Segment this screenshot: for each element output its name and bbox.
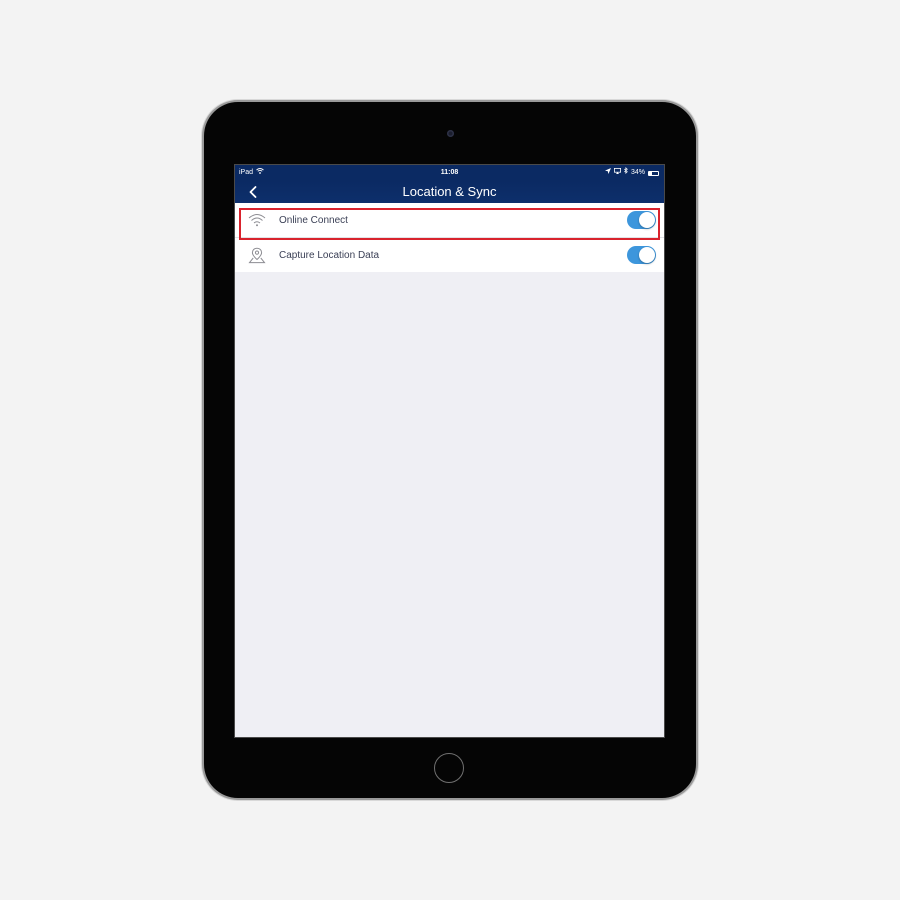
status-bar: iPad 11:08 34% — [235, 165, 664, 181]
setting-label: Online Connect — [279, 214, 348, 226]
battery-level — [649, 171, 653, 175]
navigation-bar: Location & Sync — [235, 181, 664, 203]
setting-row-capture-location: Capture Location Data — [235, 237, 664, 272]
toggle-knob — [639, 247, 655, 263]
status-time: 11:08 — [440, 169, 459, 176]
setting-row-online-connect: Online Connect — [235, 203, 664, 237]
toggle-knob — [639, 212, 655, 228]
wifi-icon — [247, 211, 267, 229]
online-connect-toggle[interactable] — [627, 211, 656, 229]
setting-label: Capture Location Data — [279, 249, 380, 261]
map-pin-icon — [247, 246, 267, 264]
front-camera — [447, 130, 454, 137]
airplay-icon — [613, 165, 621, 181]
ipad-frame: iPad 11:08 34% Location & Sync Online Co… — [204, 102, 696, 798]
settings-list: Online Connect Capture Location Data — [235, 203, 664, 272]
capture-location-toggle[interactable] — [627, 246, 656, 264]
bluetooth-icon — [624, 165, 628, 181]
home-button[interactable] — [434, 753, 464, 783]
location-arrow-icon — [604, 165, 611, 181]
battery-icon — [648, 170, 659, 176]
screen: iPad 11:08 34% Location & Sync Online Co… — [234, 164, 665, 738]
battery-percent: 34% — [630, 169, 645, 176]
page-title: Location & Sync — [402, 184, 497, 199]
